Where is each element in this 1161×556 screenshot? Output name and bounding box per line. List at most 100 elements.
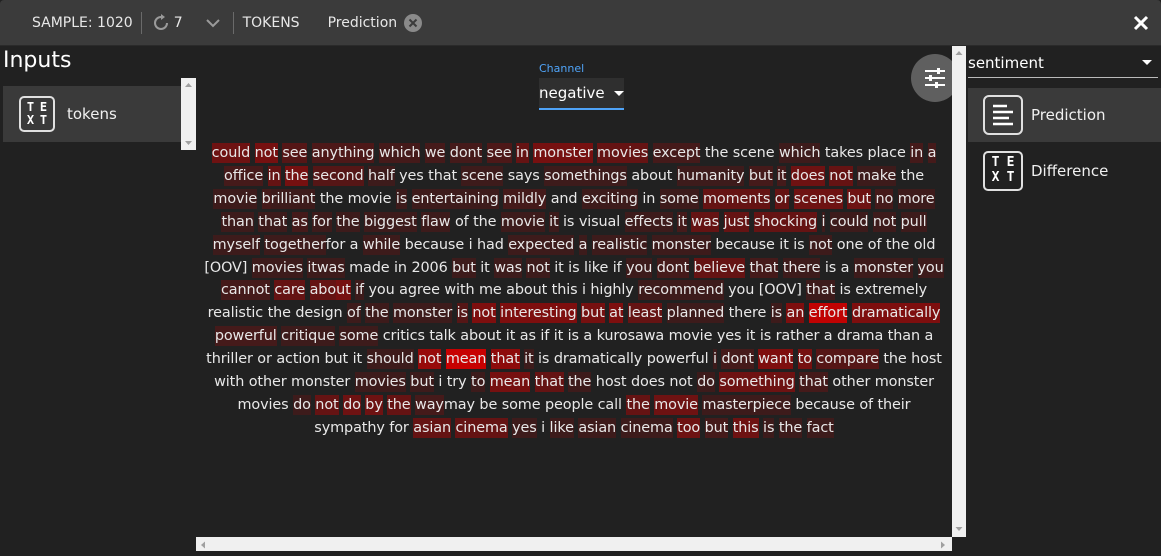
token[interactable]: is (793, 235, 804, 255)
token[interactable]: agree (399, 280, 440, 300)
token[interactable]: [OOV] (759, 280, 802, 300)
token[interactable]: masterpiece (702, 394, 791, 415)
token[interactable]: the (705, 143, 728, 163)
token[interactable]: of (455, 212, 469, 232)
token[interactable]: way (415, 394, 444, 415)
token[interactable]: but (581, 303, 605, 324)
token[interactable]: that (534, 372, 564, 393)
token[interactable]: kurosawa (597, 326, 665, 346)
token[interactable]: movies (237, 395, 288, 415)
token[interactable]: because (795, 395, 855, 415)
token[interactable]: dramatically (851, 303, 940, 324)
token[interactable]: the (365, 303, 389, 324)
token-space[interactable] (616, 418, 620, 438)
token-space[interactable] (836, 258, 840, 278)
token[interactable]: it (554, 326, 564, 346)
token[interactable]: is (563, 212, 574, 232)
token[interactable]: monster (875, 372, 934, 392)
token[interactable]: dont (449, 143, 482, 163)
token[interactable]: effects (624, 211, 673, 232)
token[interactable]: pull (900, 211, 927, 232)
token[interactable]: not (472, 303, 496, 324)
token[interactable]: biggest (364, 211, 417, 232)
token[interactable]: movie (669, 326, 713, 346)
token[interactable]: e (369, 326, 378, 347)
token-space[interactable] (348, 349, 352, 369)
channel-dropdown[interactable]: negative (539, 78, 624, 110)
token[interactable]: with (444, 280, 474, 300)
token[interactable]: some (659, 188, 699, 209)
token-space[interactable] (407, 189, 411, 209)
token[interactable]: flaw (421, 211, 451, 232)
token[interactable]: fact (806, 417, 834, 438)
token[interactable]: sian (587, 417, 616, 438)
token[interactable]: not (526, 257, 550, 278)
token[interactable]: rather (776, 326, 820, 346)
token[interactable]: moments (702, 188, 770, 209)
token[interactable]: realistic (591, 234, 647, 255)
token[interactable]: monster (392, 303, 452, 324)
token[interactable]: some (502, 395, 541, 415)
token[interactable]: it (779, 235, 789, 255)
token[interactable]: it (353, 349, 363, 369)
token[interactable]: like (584, 258, 608, 278)
token[interactable]: drama (837, 326, 883, 346)
token[interactable]: but (704, 417, 728, 438)
token[interactable]: host (596, 372, 627, 392)
token[interactable]: try (447, 372, 467, 392)
token[interactable]: you (626, 257, 652, 278)
token[interactable]: care (274, 280, 305, 301)
token[interactable]: design (295, 303, 342, 323)
token-space[interactable] (400, 235, 404, 255)
token[interactable]: is (538, 349, 549, 369)
token[interactable]: in (910, 143, 923, 163)
token[interactable]: cinema (455, 417, 508, 438)
token[interactable]: except (652, 143, 701, 163)
token[interactable]: had (477, 235, 504, 255)
token[interactable]: may (444, 395, 475, 415)
tokens-chip[interactable]: TOKENS (243, 15, 300, 31)
token[interactable]: that (799, 372, 828, 393)
token[interactable]: with (214, 372, 244, 392)
token[interactable]: you (728, 280, 754, 300)
remove-chip-icon[interactable] (404, 13, 423, 32)
token[interactable]: is (568, 326, 579, 346)
token[interactable]: scene (461, 165, 503, 186)
token[interactable]: powerful (647, 349, 709, 369)
token[interactable]: the (883, 349, 906, 369)
token-space[interactable] (263, 303, 267, 323)
token[interactable]: monster (291, 372, 350, 392)
token[interactable]: powerful (214, 326, 277, 347)
token-space[interactable] (497, 395, 501, 415)
token[interactable]: cannot (221, 280, 270, 301)
token[interactable]: by (365, 394, 383, 415)
token[interactable]: the (778, 417, 802, 438)
token[interactable]: abo (309, 280, 336, 301)
token[interactable]: uld (391, 349, 414, 370)
token[interactable]: the (336, 211, 360, 232)
token[interactable]: believe (693, 257, 745, 278)
token[interactable]: this (552, 280, 578, 300)
token[interactable]: which (778, 143, 820, 163)
token[interactable]: yes (512, 417, 537, 438)
token-space[interactable] (700, 418, 704, 438)
token[interactable]: like (549, 417, 574, 438)
token[interactable]: but (748, 165, 773, 186)
token[interactable]: old (914, 235, 936, 255)
token-space[interactable] (257, 189, 261, 209)
token[interactable]: it (677, 211, 687, 232)
token-space[interactable] (793, 349, 797, 369)
token[interactable]: yes (399, 166, 424, 186)
token[interactable]: ut (336, 280, 351, 301)
token[interactable]: was (691, 211, 719, 232)
token[interactable]: see (486, 143, 512, 163)
token[interactable]: be (479, 395, 497, 415)
token[interactable]: not (418, 349, 441, 370)
token[interactable]: the (387, 394, 411, 415)
token[interactable]: highly (590, 280, 633, 300)
token[interactable]: the (886, 235, 909, 255)
token[interactable]: you (917, 257, 944, 278)
token[interactable]: you (368, 280, 394, 300)
token[interactable]: fice (237, 165, 263, 186)
token[interactable]: than (888, 326, 920, 346)
